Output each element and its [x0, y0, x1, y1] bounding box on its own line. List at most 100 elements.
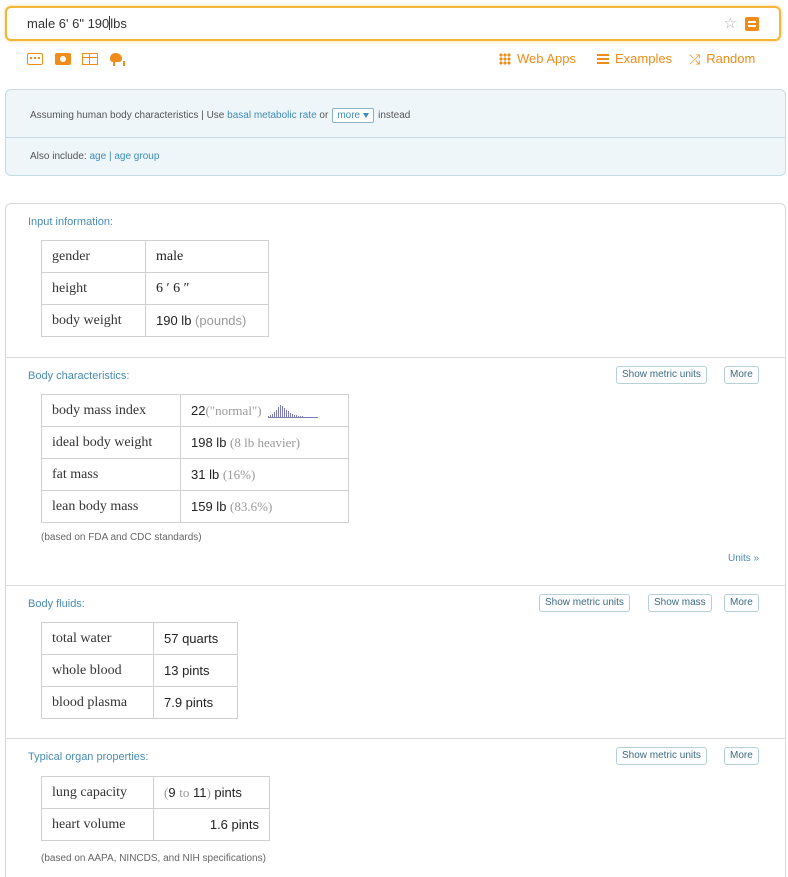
- random-label: Random: [706, 51, 756, 66]
- star-icon[interactable]: ☆: [724, 14, 737, 32]
- value-main: 22: [191, 402, 206, 418]
- range-unit: pints: [214, 784, 242, 800]
- also-include-label: Also include:: [30, 151, 87, 162]
- table-row: body mass index 22("normal"): [41, 394, 349, 427]
- chevron-down-icon: [363, 113, 370, 118]
- body-table: body mass index 22("normal") ideal body …: [41, 394, 349, 523]
- row-value: 1.6 pints: [153, 808, 270, 841]
- divider: [6, 137, 785, 138]
- row-label: height: [41, 272, 146, 305]
- show-metric-units-button[interactable]: Show metric units: [616, 747, 707, 765]
- histogram-bar: [301, 415, 304, 417]
- web-apps-label: Web Apps: [517, 51, 577, 66]
- examples-link[interactable]: Examples: [597, 51, 672, 66]
- row-value: 190 lb (pounds): [145, 304, 269, 337]
- camera-icon[interactable]: [55, 53, 71, 65]
- assumption-text: Assuming human body characteristics | Us…: [30, 110, 225, 121]
- shuffle-icon: ⤮: [689, 50, 701, 67]
- table-row: height 6 ′ 6 ″: [41, 272, 269, 305]
- pod-body-fluids: Body fluids: Show metric units Show mass…: [6, 585, 785, 738]
- more-dropdown[interactable]: more: [332, 108, 375, 123]
- age-link[interactable]: age: [89, 151, 106, 162]
- also-include-line: Also include: age | age group: [30, 151, 159, 162]
- row-label: blood plasma: [41, 686, 154, 719]
- random-link[interactable]: ⤮ Random: [689, 51, 755, 66]
- show-metric-units-button[interactable]: Show metric units: [616, 366, 707, 384]
- row-value: (9 to 11) pints: [153, 776, 270, 809]
- search-query-text-tail: lbs: [110, 16, 127, 31]
- table-row: whole blood 13 pints: [41, 654, 238, 687]
- value-main: 198 lb: [191, 434, 227, 450]
- table-row: body weight 190 lb (pounds): [41, 304, 269, 337]
- pod-body-characteristics: Body characteristics: Show metric units …: [6, 357, 785, 585]
- show-mass-button[interactable]: Show mass: [648, 594, 712, 612]
- row-value: 7.9 pints: [153, 686, 238, 719]
- table-icon[interactable]: [82, 53, 98, 65]
- fluids-table: total water 57 quarts whole blood 13 pin…: [41, 622, 238, 719]
- value-extra: ("normal"): [205, 402, 262, 418]
- table-row: heart volume 1.6 pints: [41, 808, 270, 841]
- row-value: 6 ′ 6 ″: [145, 272, 269, 305]
- search-input[interactable]: male 6' 6" 190lbs: [27, 16, 127, 31]
- more-button[interactable]: More: [724, 747, 759, 765]
- table-row: gender male: [41, 240, 269, 273]
- table-row: lean body mass 159 lb (83.6%): [41, 490, 349, 523]
- value-main: 190 lb: [156, 313, 192, 328]
- row-label: total water: [41, 622, 154, 655]
- value-main: 159 lb: [191, 498, 227, 514]
- row-value: 22("normal"): [180, 394, 349, 427]
- row-label: lung capacity: [41, 776, 154, 809]
- search-query-text: male 6' 6" 190: [27, 16, 110, 31]
- value-main: 31 lb: [191, 466, 220, 482]
- row-value: male: [145, 240, 269, 273]
- basal-metabolic-rate-link[interactable]: basal metabolic rate: [227, 110, 317, 121]
- more-button[interactable]: More: [724, 594, 759, 612]
- units-link[interactable]: Units »: [728, 553, 759, 564]
- range-low: 9: [168, 784, 176, 800]
- pod-title: Typical organ properties:: [28, 751, 149, 763]
- keyboard-icon[interactable]: [27, 53, 43, 65]
- value-extra: (8 lb heavier): [230, 434, 301, 450]
- table-row: fat mass 31 lb (16%): [41, 458, 349, 491]
- equals-icon[interactable]: [745, 17, 759, 31]
- pod-title: Input information:: [28, 216, 113, 228]
- or-text: or: [319, 110, 329, 121]
- assumption-line: Assuming human body characteristics | Us…: [30, 108, 410, 123]
- results-panel: Input information: gender male height 6 …: [5, 203, 786, 877]
- range-high: 11: [192, 784, 207, 800]
- pod-title: Body characteristics:: [28, 370, 130, 382]
- more-dropdown-label: more: [337, 110, 361, 121]
- table-row: blood plasma 7.9 pints: [41, 686, 238, 719]
- age-group-link[interactable]: age group: [114, 151, 159, 162]
- row-value: 159 lb (83.6%): [180, 490, 349, 523]
- row-label: lean body mass: [41, 490, 181, 523]
- pet-icon[interactable]: [109, 52, 125, 66]
- row-label: fat mass: [41, 458, 181, 491]
- pod-input-information: Input information: gender male height 6 …: [6, 204, 785, 357]
- pod-typical-organ-properties: Typical organ properties: Show metric un…: [6, 738, 785, 877]
- row-value: 57 quarts: [153, 622, 238, 655]
- row-label: gender: [41, 240, 146, 273]
- source-note: (based on AAPA, NINCDS, and NIH specific…: [41, 853, 266, 864]
- separator: |: [108, 151, 112, 162]
- row-value: 13 pints: [153, 654, 238, 687]
- table-row: lung capacity (9 to 11) pints: [41, 776, 270, 809]
- more-button[interactable]: More: [724, 366, 759, 384]
- organ-table: lung capacity (9 to 11) pints heart volu…: [41, 776, 270, 841]
- value-extra: (16%): [222, 466, 256, 482]
- source-note: (based on FDA and CDC standards): [41, 532, 202, 543]
- list-icon: [597, 53, 609, 64]
- row-label: heart volume: [41, 808, 154, 841]
- examples-label: Examples: [615, 51, 673, 66]
- bmi-distribution-chart: [267, 404, 319, 418]
- show-metric-units-button[interactable]: Show metric units: [539, 594, 630, 612]
- search-bar[interactable]: male 6' 6" 190lbs ☆: [5, 6, 781, 41]
- row-value: 198 lb (8 lb heavier): [180, 426, 349, 459]
- table-row: ideal body weight 198 lb (8 lb heavier): [41, 426, 349, 459]
- instead-text: instead: [378, 110, 411, 121]
- range-to: to: [179, 784, 190, 800]
- row-label: ideal body weight: [41, 426, 181, 459]
- row-label: whole blood: [41, 654, 154, 687]
- pod-title: Body fluids:: [28, 598, 85, 610]
- web-apps-link[interactable]: Web Apps: [499, 51, 576, 66]
